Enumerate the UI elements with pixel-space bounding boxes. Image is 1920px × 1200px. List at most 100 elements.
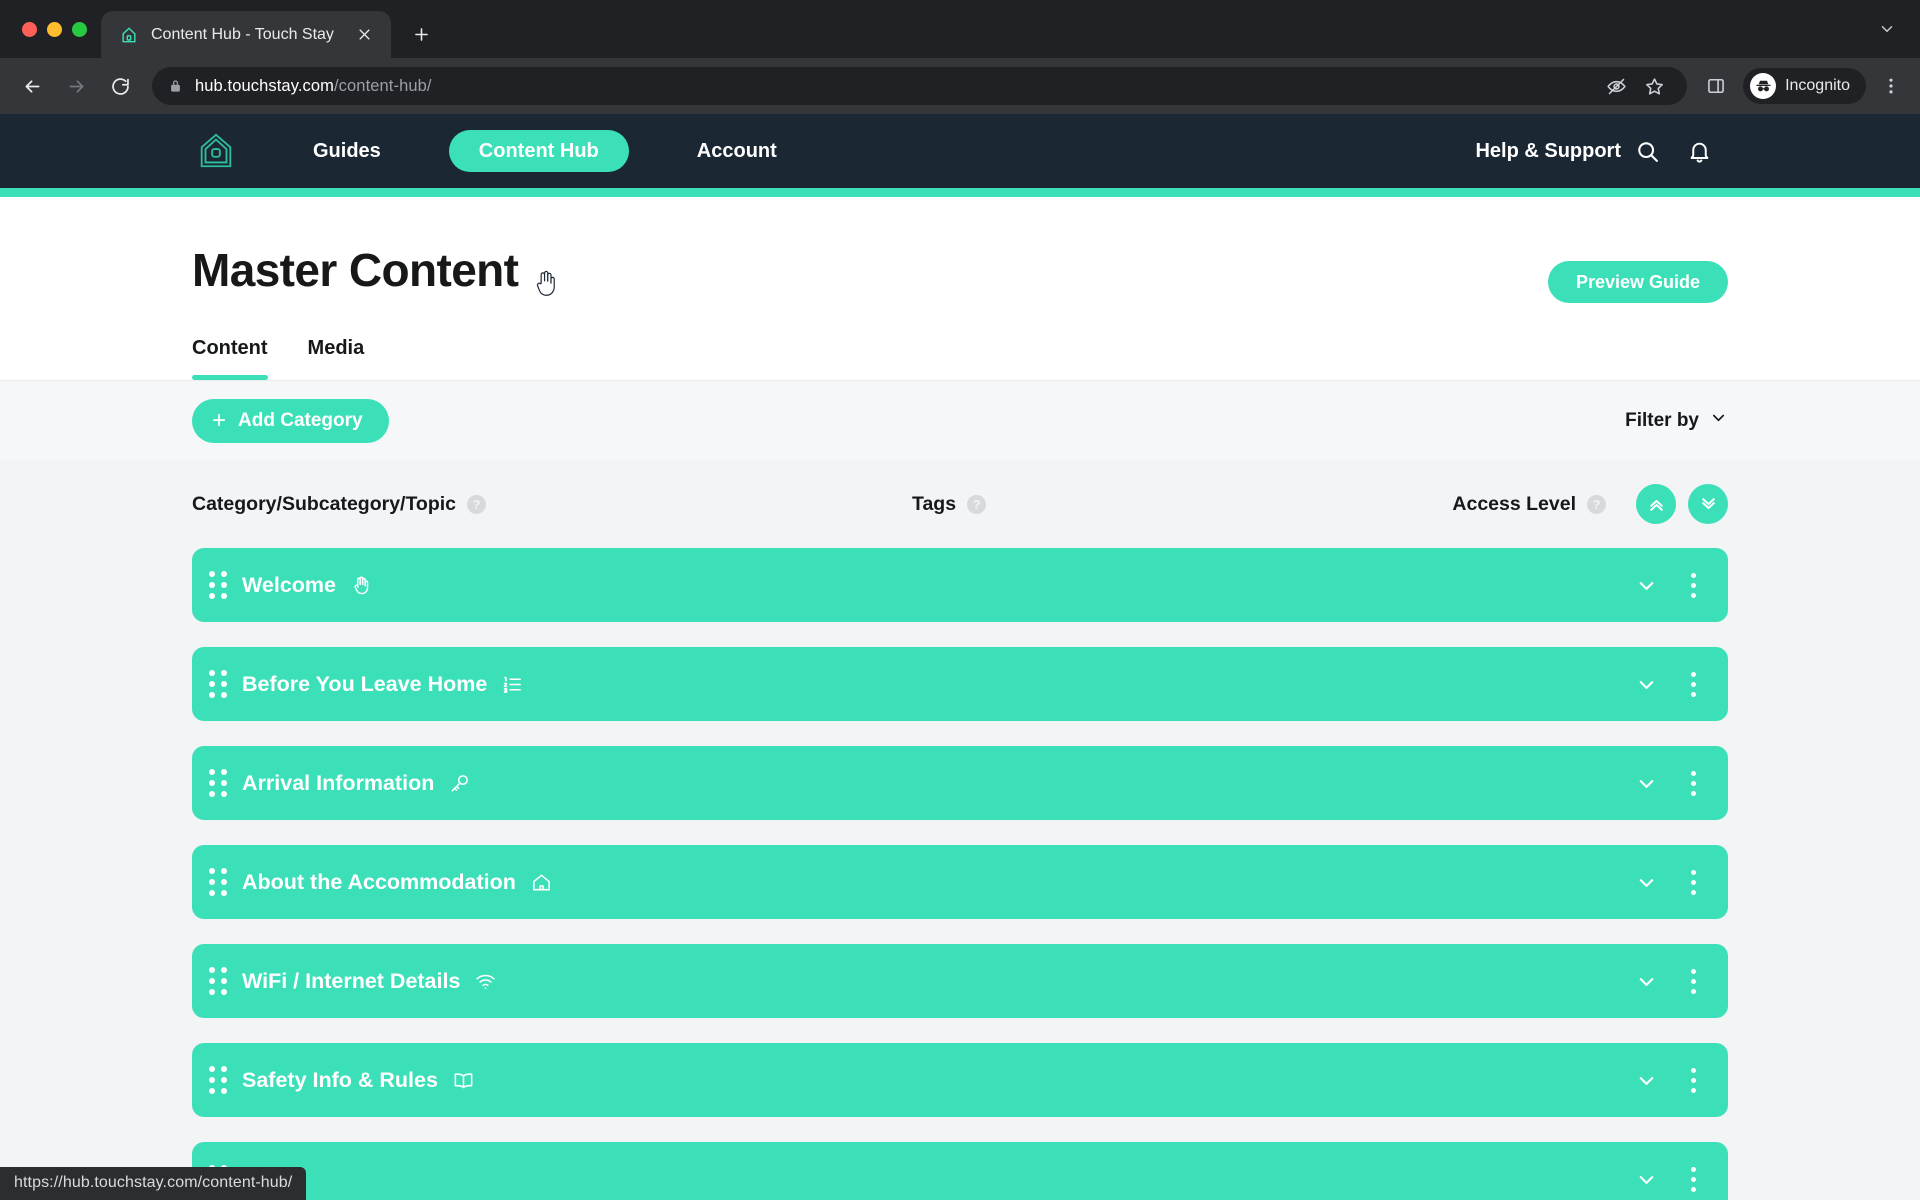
content-list-area: Category/Subcategory/Topic ? Tags ? Acce… [0,460,1920,1200]
category-name: Safety Info & Rules [242,1067,438,1092]
column-header-tags-label: Tags [912,492,957,515]
drag-handle-icon[interactable] [206,571,230,599]
drag-handle-icon[interactable] [206,967,230,995]
table-row[interactable]: Arrival Information [192,746,1728,820]
help-icon-tags[interactable]: ? [967,494,987,514]
row-expand-chevron-down-icon[interactable] [1626,763,1666,803]
minimize-window-button[interactable] [47,21,62,37]
column-header-tags: Tags ? [912,493,1452,516]
profile-incognito-button[interactable]: Incognito [1743,68,1866,104]
url-domain: hub.touchstay.com [195,76,334,95]
row-menu-kebab-icon[interactable] [1680,1060,1706,1100]
row-menu-kebab-icon[interactable] [1680,1159,1706,1199]
row-expand-chevron-down-icon[interactable] [1626,1159,1666,1199]
add-category-button[interactable]: + Add Category [192,398,389,443]
app-nav-right: Help & Support [1447,130,1880,172]
row-controls [1626,1159,1706,1199]
address-bar[interactable]: hub.touchstay.com/content-hub/ [152,67,1688,105]
drag-handle-icon[interactable] [206,1066,230,1094]
column-header-access-level: Access Level ? [1452,493,1606,516]
new-tab-button[interactable] [403,16,439,52]
incognito-avatar [1750,73,1777,99]
nav-link-help-support[interactable]: Help & Support [1447,130,1621,172]
row-menu-kebab-icon[interactable] [1680,961,1706,1001]
search-icon[interactable] [1621,130,1673,172]
table-row[interactable]: About the Accommodation [192,845,1728,919]
address-bar-url: hub.touchstay.com/content-hub/ [195,77,432,96]
row-controls [1626,565,1706,605]
plus-icon: + [212,406,227,434]
row-expand-chevron-down-icon[interactable] [1626,1060,1666,1100]
window-traffic-lights [14,0,101,58]
open-book-icon [452,1069,475,1092]
status-bar-url: https://hub.touchstay.com/content-hub/ [0,1167,307,1200]
row-expand-chevron-down-icon[interactable] [1626,565,1666,605]
tab-close-icon[interactable] [351,22,377,48]
table-row[interactable]: Welcome [192,548,1728,622]
back-arrow-icon[interactable] [12,66,52,106]
help-icon-access[interactable]: ? [1587,494,1606,514]
table-row[interactable]: Safety Info & Rules [192,1043,1728,1117]
home-icon [530,871,553,894]
page-viewport: Guides Content Hub Account Help & Suppor… [0,114,1920,1200]
page-header: Master Content Content Media Preview Gui… [0,197,1920,380]
browser-tab[interactable]: Content Hub - Touch Stay [101,11,391,58]
forward-arrow-icon[interactable] [56,66,96,106]
wifi-icon [474,970,497,993]
page-tabs: Content Media [192,337,1548,380]
url-path: /content-hub/ [333,76,432,95]
page-title: Master Content [192,244,519,296]
row-menu-kebab-icon[interactable] [1680,862,1706,902]
row-expand-chevron-down-icon[interactable] [1626,664,1666,704]
row-menu-kebab-icon[interactable] [1680,565,1706,605]
eye-off-icon[interactable] [1599,69,1633,103]
column-header-access-label: Access Level [1452,492,1576,515]
row-menu-kebab-icon[interactable] [1680,763,1706,803]
filter-by-dropdown[interactable]: Filter by [1625,408,1728,433]
nav-link-guides[interactable]: Guides [285,130,409,172]
content-toolbar-strip: + Add Category Filter by [0,380,1920,460]
maximize-window-button[interactable] [72,21,87,37]
drag-handle-icon[interactable] [206,769,230,797]
row-controls [1626,1060,1706,1100]
tab-title: Content Hub - Touch Stay [151,25,334,43]
row-expand-chevron-down-icon[interactable] [1626,862,1666,902]
close-window-button[interactable] [22,21,37,37]
table-row[interactable]: WiFi / Internet Details [192,944,1728,1018]
table-row[interactable] [192,1142,1728,1200]
drag-handle-icon[interactable] [206,868,230,896]
expand-collapse-controls [1636,484,1728,524]
reload-icon[interactable] [100,66,140,106]
row-controls [1626,961,1706,1001]
nav-link-content-hub[interactable]: Content Hub [448,130,629,172]
preview-guide-button[interactable]: Preview Guide [1547,261,1728,303]
tab-media[interactable]: Media [308,337,365,380]
column-header-category-label: Category/Subcategory/Topic [192,492,457,515]
lock-icon [168,78,183,95]
filter-by-label: Filter by [1625,409,1699,431]
tab-search-chevron-down-icon[interactable] [1870,12,1904,46]
browser-tab-strip: Content Hub - Touch Stay [0,0,1920,58]
star-icon[interactable] [1637,69,1671,103]
row-expand-chevron-down-icon[interactable] [1626,961,1666,1001]
nav-link-account[interactable]: Account [669,130,805,172]
column-header-category: Category/Subcategory/Topic ? [192,493,912,516]
touch-stay-house-logo[interactable] [195,130,237,172]
side-panel-icon[interactable] [1699,69,1733,103]
row-controls [1626,763,1706,803]
help-icon-category[interactable]: ? [467,494,487,514]
collapse-all-double-chevron-down-icon[interactable] [1688,484,1728,524]
tab-content[interactable]: Content [192,337,268,380]
profile-label: Incognito [1785,77,1850,94]
row-menu-kebab-icon[interactable] [1680,664,1706,704]
notification-bell-icon[interactable] [1673,130,1725,172]
add-category-label: Add Category [238,409,363,431]
drag-handle-icon[interactable] [206,670,230,698]
table-row[interactable]: Before You Leave Home [192,647,1728,721]
expand-all-double-chevron-up-icon[interactable] [1636,484,1676,524]
app-navigation-bar: Guides Content Hub Account Help & Suppor… [0,114,1920,188]
chevron-down-icon [1709,408,1728,433]
browser-menu-kebab-icon[interactable] [1874,69,1908,103]
app-nav-links: Guides Content Hub Account [285,130,805,172]
waving-hand-icon [350,574,373,597]
